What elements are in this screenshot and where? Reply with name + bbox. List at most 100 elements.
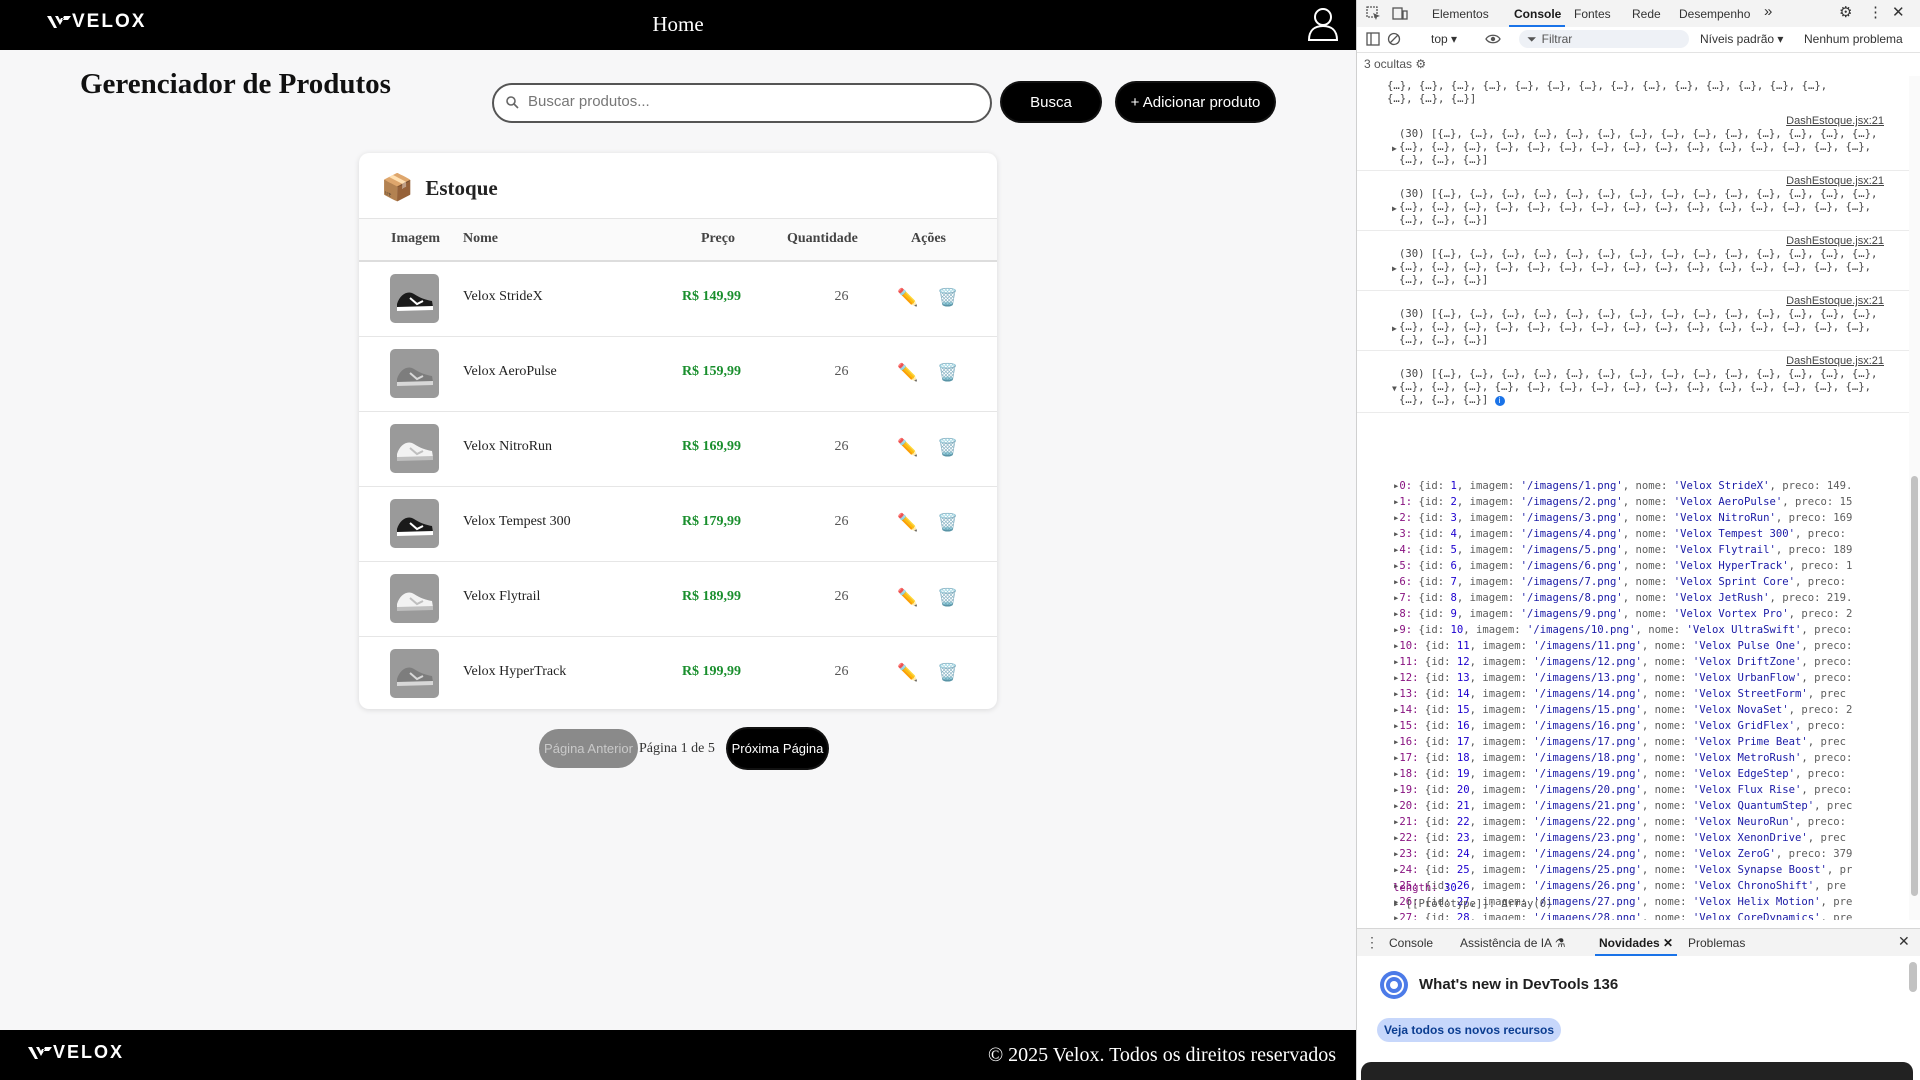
array-item[interactable]: ▸16: {id: 17, imagem: '/imagens/17.png',… bbox=[1393, 734, 1910, 750]
array-preview[interactable]: (30) [{…}, {…}, {…}, {…}, {…}, {…}, {…},… bbox=[1399, 248, 1877, 287]
array-item[interactable]: ▸8: {id: 9, imagem: '/imagens/9.png', no… bbox=[1393, 606, 1910, 622]
item-price-truncated: preco: 149. bbox=[1782, 480, 1853, 492]
array-item[interactable]: ▸19: {id: 20, imagem: '/imagens/20.png',… bbox=[1393, 782, 1910, 798]
tab-sources[interactable]: Fontes bbox=[1574, 7, 1611, 21]
delete-trash-icon[interactable]: 🗑️ bbox=[937, 363, 958, 383]
next-page-button[interactable]: Próxima Página bbox=[728, 729, 827, 768]
array-item[interactable]: ▸14: {id: 15, imagem: '/imagens/15.png',… bbox=[1393, 702, 1910, 718]
array-item[interactable]: ▸6: {id: 7, imagem: '/imagens/7.png', no… bbox=[1393, 574, 1910, 590]
devtools-panel: Elementos Console Fontes Rede Desempenho… bbox=[1356, 0, 1920, 1080]
close-drawer-icon[interactable]: ✕ bbox=[1898, 933, 1910, 950]
inspect-element-icon[interactable] bbox=[1366, 6, 1381, 21]
expand-arrow-right-icon[interactable]: ▶ bbox=[1392, 144, 1397, 153]
tab-network[interactable]: Rede bbox=[1632, 7, 1661, 21]
array-item[interactable]: ▸21: {id: 22, imagem: '/imagens/22.png',… bbox=[1393, 814, 1910, 830]
console-scrollbar-thumb[interactable] bbox=[1911, 476, 1918, 896]
context-selector[interactable]: top ▾ bbox=[1431, 32, 1457, 46]
array-item[interactable]: ▸10: {id: 11, imagem: '/imagens/11.png',… bbox=[1393, 638, 1910, 654]
delete-trash-icon[interactable]: 🗑️ bbox=[937, 288, 958, 308]
array-item[interactable]: ▸18: {id: 19, imagem: '/imagens/19.png',… bbox=[1393, 766, 1910, 782]
previous-page-button[interactable]: Página Anterior bbox=[539, 729, 638, 768]
expand-arrow-right-icon[interactable]: ▶ bbox=[1392, 324, 1397, 333]
edit-pencil-icon[interactable]: ✏️ bbox=[897, 663, 918, 683]
drawer-tab-whats-new[interactable]: Novidades ✕ bbox=[1599, 936, 1673, 950]
source-link[interactable]: DashEstoque.jsx:21 bbox=[1786, 115, 1884, 127]
edit-pencil-icon[interactable]: ✏️ bbox=[897, 513, 918, 533]
close-devtools-icon[interactable]: ✕ bbox=[1892, 3, 1905, 21]
edit-pencil-icon[interactable]: ✏️ bbox=[897, 288, 918, 308]
expand-arrow-right-icon[interactable]: ▶ bbox=[1392, 204, 1397, 213]
item-index: 18 bbox=[1399, 768, 1413, 780]
drawer-tab-console[interactable]: Console bbox=[1389, 936, 1433, 950]
issues-counter[interactable]: Nenhum problema bbox=[1804, 32, 1903, 46]
edit-pencil-icon[interactable]: ✏️ bbox=[897, 438, 918, 458]
tab-console[interactable]: Console bbox=[1514, 7, 1561, 21]
array-item[interactable]: ▸20: {id: 21, imagem: '/imagens/21.png',… bbox=[1393, 798, 1910, 814]
array-item[interactable]: ▸11: {id: 12, imagem: '/imagens/12.png',… bbox=[1393, 654, 1910, 670]
source-link[interactable]: DashEstoque.jsx:21 bbox=[1786, 355, 1884, 367]
array-item[interactable]: ▸13: {id: 14, imagem: '/imagens/14.png',… bbox=[1393, 686, 1910, 702]
copyright-text: © 2025 Velox. Todos os direitos reservad… bbox=[987, 1044, 1336, 1066]
array-item[interactable]: ▸23: {id: 24, imagem: '/imagens/24.png',… bbox=[1393, 846, 1910, 862]
nav-home-link[interactable]: Home bbox=[0, 12, 1356, 37]
array-item[interactable]: ▸1: {id: 2, imagem: '/imagens/2.png', no… bbox=[1393, 494, 1910, 510]
source-link[interactable]: DashEstoque.jsx:21 bbox=[1786, 175, 1884, 187]
array-item[interactable]: ▸12: {id: 13, imagem: '/imagens/13.png',… bbox=[1393, 670, 1910, 686]
array-item[interactable]: ▸25: {id: 26, imagem: '/imagens/26.png',… bbox=[1393, 878, 1910, 894]
array-item[interactable]: ▸15: {id: 16, imagem: '/imagens/16.png',… bbox=[1393, 718, 1910, 734]
kebab-menu-icon[interactable]: ⋮ bbox=[1868, 3, 1883, 21]
drawer-menu-icon[interactable]: ⋮ bbox=[1365, 934, 1379, 951]
edit-pencil-icon[interactable]: ✏️ bbox=[897, 363, 918, 383]
array-item[interactable]: ▸24: {id: 25, imagem: '/imagens/25.png',… bbox=[1393, 862, 1910, 878]
clear-console-icon[interactable] bbox=[1387, 32, 1401, 46]
array-item[interactable]: ▸27: {id: 28, imagem: '/imagens/28.png',… bbox=[1393, 910, 1910, 920]
edit-pencil-icon[interactable]: ✏️ bbox=[897, 588, 918, 608]
info-icon[interactable]: i bbox=[1494, 396, 1505, 406]
array-preview[interactable]: (30) [{…}, {…}, {…}, {…}, {…}, {…}, {…},… bbox=[1399, 308, 1877, 347]
log-levels-dropdown[interactable]: Níveis padrão ▾ bbox=[1700, 32, 1783, 46]
user-profile-icon[interactable] bbox=[1306, 6, 1340, 42]
search-input[interactable] bbox=[526, 92, 970, 111]
source-link[interactable]: DashEstoque.jsx:21 bbox=[1786, 295, 1884, 307]
console-settings-gear-icon[interactable]: ⚙ bbox=[1415, 57, 1426, 71]
array-item[interactable]: ▸4: {id: 5, imagem: '/imagens/5.png', no… bbox=[1393, 542, 1910, 558]
array-item[interactable]: ▸22: {id: 23, imagem: '/imagens/23.png',… bbox=[1393, 830, 1910, 846]
array-preview-tail: {…}, {…}, {…}] bbox=[1399, 214, 1489, 226]
drawer-scrollbar-thumb[interactable] bbox=[1909, 962, 1917, 992]
array-item[interactable]: ▸2: {id: 3, imagem: '/imagens/3.png', no… bbox=[1393, 510, 1910, 526]
array-prototype[interactable]: ▸ [[Prototype]]: Array(0) bbox=[1393, 898, 1552, 910]
see-all-features-button[interactable]: Veja todos os novos recursos bbox=[1377, 1018, 1561, 1042]
array-preview[interactable]: (30) [{…}, {…}, {…}, {…}, {…}, {…}, {…},… bbox=[1399, 368, 1877, 407]
close-tab-icon[interactable]: ✕ bbox=[1663, 936, 1673, 950]
array-item[interactable]: ▸5: {id: 6, imagem: '/imagens/6.png', no… bbox=[1393, 558, 1910, 574]
expand-arrow-right-icon[interactable]: ▶ bbox=[1392, 264, 1397, 273]
delete-trash-icon[interactable]: 🗑️ bbox=[937, 438, 958, 458]
array-item[interactable]: ▸3: {id: 4, imagem: '/imagens/4.png', no… bbox=[1393, 526, 1910, 542]
settings-gear-icon[interactable]: ⚙ bbox=[1839, 3, 1852, 21]
delete-trash-icon[interactable]: 🗑️ bbox=[937, 513, 958, 533]
device-toolbar-icon[interactable] bbox=[1392, 6, 1408, 21]
array-item[interactable]: ▸7: {id: 8, imagem: '/imagens/8.png', no… bbox=[1393, 590, 1910, 606]
array-preview[interactable]: (30) [{…}, {…}, {…}, {…}, {…}, {…}, {…},… bbox=[1399, 128, 1877, 167]
delete-trash-icon[interactable]: 🗑️ bbox=[937, 663, 958, 683]
tab-performance[interactable]: Desempenho bbox=[1679, 7, 1750, 21]
array-item[interactable]: ▸9: {id: 10, imagem: '/imagens/10.png', … bbox=[1393, 622, 1910, 638]
item-index: 20 bbox=[1399, 800, 1413, 812]
array-item[interactable]: ▸0: {id: 1, imagem: '/imagens/1.png', no… bbox=[1393, 478, 1910, 494]
array-item[interactable]: ▸17: {id: 18, imagem: '/imagens/18.png',… bbox=[1393, 750, 1910, 766]
live-expression-eye-icon[interactable] bbox=[1485, 33, 1501, 45]
array-preview[interactable]: (30) [{…}, {…}, {…}, {…}, {…}, {…}, {…},… bbox=[1399, 188, 1877, 227]
drawer-tab-ai-assistance[interactable]: Assistência de IA ⚗ bbox=[1460, 936, 1566, 950]
more-tabs-icon[interactable]: » bbox=[1764, 3, 1772, 20]
sidebar-toggle-icon[interactable] bbox=[1366, 32, 1380, 46]
drawer-tab-problems[interactable]: Problemas bbox=[1688, 936, 1745, 950]
add-product-button[interactable]: + Adicionar produto bbox=[1117, 83, 1274, 121]
search-button[interactable]: Busca bbox=[1002, 83, 1100, 121]
source-link[interactable]: DashEstoque.jsx:21 bbox=[1786, 235, 1884, 247]
tab-elements[interactable]: Elementos bbox=[1432, 7, 1489, 21]
delete-trash-icon[interactable]: 🗑️ bbox=[937, 588, 958, 608]
expand-arrow-down-icon[interactable]: ▼ bbox=[1392, 384, 1397, 393]
footer-logo[interactable]: VELOX bbox=[27, 1042, 124, 1063]
item-image-path: '/imagens/12.png' bbox=[1533, 656, 1642, 668]
filter-input[interactable]: ⏷ Filtrar bbox=[1519, 30, 1689, 48]
